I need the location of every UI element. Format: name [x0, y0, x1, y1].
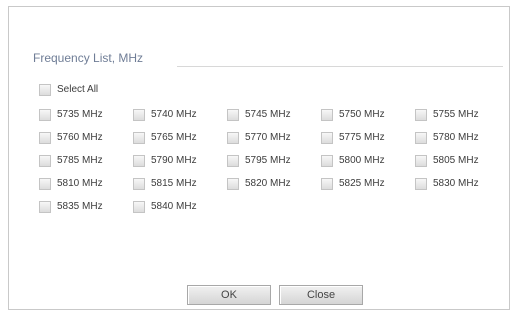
- frequency-label: 5750 MHz: [339, 109, 385, 120]
- frequency-checkbox[interactable]: [227, 109, 239, 121]
- section-divider: [177, 66, 503, 67]
- frequency-checkbox[interactable]: [39, 155, 51, 167]
- frequency-label: 5820 MHz: [245, 178, 291, 189]
- frequency-option[interactable]: 5825 MHz: [321, 176, 415, 192]
- frequency-checkbox[interactable]: [133, 132, 145, 144]
- frequency-label: 5775 MHz: [339, 132, 385, 143]
- frequency-option[interactable]: 5760 MHz: [39, 130, 133, 146]
- frequency-option[interactable]: 5830 MHz: [415, 176, 509, 192]
- frequency-option[interactable]: 5795 MHz: [227, 153, 321, 169]
- frequency-checkbox[interactable]: [133, 155, 145, 167]
- frequency-option[interactable]: 5775 MHz: [321, 130, 415, 146]
- frequency-checkbox[interactable]: [321, 132, 333, 144]
- frequency-checkbox[interactable]: [321, 178, 333, 190]
- frequency-label: 5840 MHz: [151, 201, 197, 212]
- frequency-checkbox[interactable]: [321, 109, 333, 121]
- frequency-label: 5785 MHz: [57, 155, 103, 166]
- frequency-label: 5815 MHz: [151, 178, 197, 189]
- frequency-checkbox[interactable]: [133, 109, 145, 121]
- frequency-label: 5835 MHz: [57, 201, 103, 212]
- select-all-option[interactable]: Select All: [39, 82, 98, 98]
- frequency-checkbox[interactable]: [227, 178, 239, 190]
- frequency-option[interactable]: 5835 MHz: [39, 199, 133, 215]
- frequency-option[interactable]: 5770 MHz: [227, 130, 321, 146]
- frequency-option[interactable]: 5810 MHz: [39, 176, 133, 192]
- frequency-checkbox[interactable]: [415, 178, 427, 190]
- frequency-label: 5790 MHz: [151, 155, 197, 166]
- frequency-label: 5810 MHz: [57, 178, 103, 189]
- frequency-label: 5800 MHz: [339, 155, 385, 166]
- frequency-label: 5830 MHz: [433, 178, 479, 189]
- frequency-option[interactable]: 5785 MHz: [39, 153, 133, 169]
- frequency-option[interactable]: 5800 MHz: [321, 153, 415, 169]
- frequency-label: 5740 MHz: [151, 109, 197, 120]
- frequency-label: 5760 MHz: [57, 132, 103, 143]
- close-button[interactable]: Close: [279, 285, 363, 305]
- frequency-label: 5825 MHz: [339, 178, 385, 189]
- frequency-option[interactable]: 5815 MHz: [133, 176, 227, 192]
- frequency-option[interactable]: 5740 MHz: [133, 107, 227, 123]
- frequency-option[interactable]: 5790 MHz: [133, 153, 227, 169]
- frequency-list-header: Frequency List, MHz: [33, 51, 503, 69]
- frequency-option[interactable]: 5745 MHz: [227, 107, 321, 123]
- frequency-checkbox[interactable]: [39, 132, 51, 144]
- frequency-checkbox[interactable]: [415, 132, 427, 144]
- frequency-option[interactable]: 5735 MHz: [39, 107, 133, 123]
- ok-button[interactable]: OK: [187, 285, 271, 305]
- frequency-checkbox[interactable]: [39, 109, 51, 121]
- frequency-label: 5735 MHz: [57, 109, 103, 120]
- frequency-checkbox[interactable]: [39, 201, 51, 213]
- frequency-label: 5755 MHz: [433, 109, 479, 120]
- select-all-label: Select All: [57, 84, 99, 95]
- frequency-checkbox[interactable]: [133, 178, 145, 190]
- frequency-label: 5770 MHz: [245, 132, 291, 143]
- frequency-label: 5780 MHz: [433, 132, 479, 143]
- frequency-label: 5765 MHz: [151, 132, 197, 143]
- frequency-grid: 5735 MHz 5740 MHz 5745 MHz 5750 MHz 5755 MHz…: [39, 107, 509, 222]
- frequency-list-dialog: Frequency List, MHz Select All 5735 MHz 5…: [8, 6, 510, 310]
- select-all-checkbox[interactable]: [39, 84, 51, 96]
- frequency-option[interactable]: 5780 MHz: [415, 130, 509, 146]
- frequency-checkbox[interactable]: [227, 132, 239, 144]
- frequency-checkbox[interactable]: [133, 201, 145, 213]
- frequency-option[interactable]: 5840 MHz: [133, 199, 227, 215]
- section-title: Frequency List, MHz: [33, 51, 144, 65]
- frequency-option[interactable]: 5820 MHz: [227, 176, 321, 192]
- frequency-label: 5805 MHz: [433, 155, 479, 166]
- frequency-checkbox[interactable]: [321, 155, 333, 167]
- frequency-option[interactable]: 5765 MHz: [133, 130, 227, 146]
- frequency-label: 5745 MHz: [245, 109, 291, 120]
- frequency-option[interactable]: 5750 MHz: [321, 107, 415, 123]
- frequency-checkbox[interactable]: [39, 178, 51, 190]
- frequency-checkbox[interactable]: [415, 109, 427, 121]
- frequency-option[interactable]: 5805 MHz: [415, 153, 509, 169]
- frequency-checkbox[interactable]: [227, 155, 239, 167]
- frequency-checkbox[interactable]: [415, 155, 427, 167]
- frequency-option[interactable]: 5755 MHz: [415, 107, 509, 123]
- frequency-label: 5795 MHz: [245, 155, 291, 166]
